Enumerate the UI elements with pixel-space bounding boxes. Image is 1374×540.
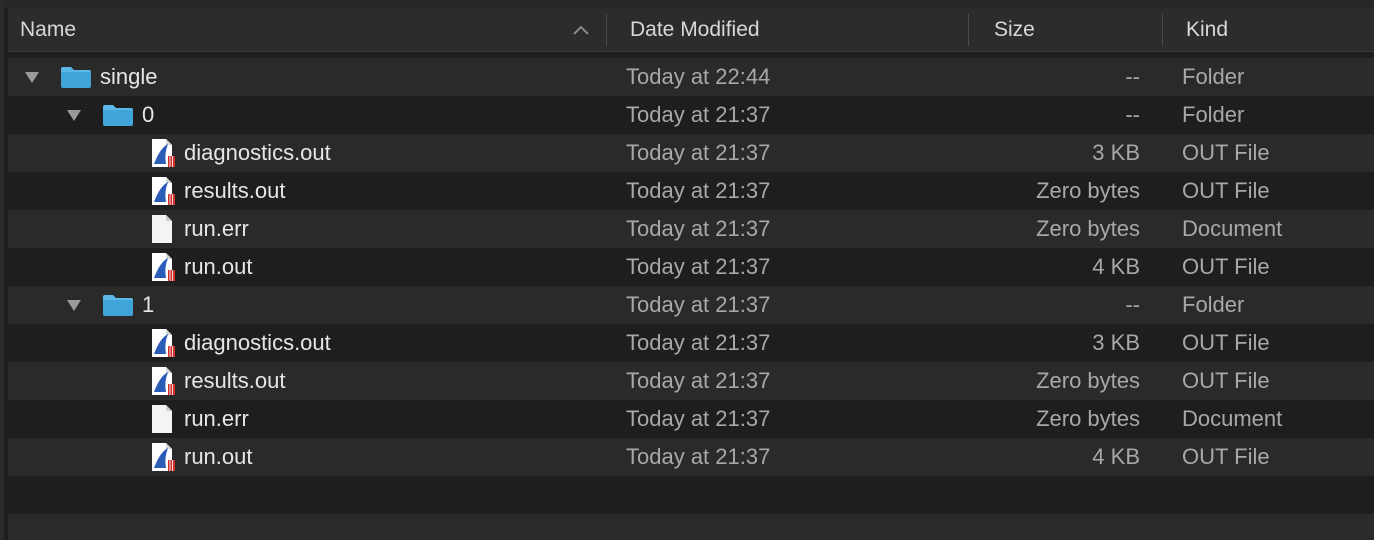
folder-icon (102, 96, 134, 134)
out-file-icon (150, 438, 176, 476)
file-row[interactable]: results.out Today at 21:37 Zero bytes OUT F… (8, 362, 1374, 400)
out-file-icon (150, 324, 176, 362)
file-name: run.err (184, 216, 249, 241)
file-name: diagnostics.out (184, 140, 331, 165)
date-modified: Today at 21:37 (626, 368, 771, 393)
file-kind: Document (1182, 406, 1283, 431)
column-divider[interactable] (968, 14, 969, 46)
file-size: Zero bytes (1036, 406, 1140, 431)
folder-icon (102, 286, 134, 324)
file-row[interactable]: diagnostics.out Today at 21:37 3 KB OUT Fil… (8, 134, 1374, 172)
file-name: run.out (184, 254, 253, 279)
date-modified: Today at 21:37 (626, 406, 771, 431)
column-header-date[interactable]: Date Modified (630, 8, 970, 52)
file-row[interactable]: results.out Today at 21:37 Zero bytes OUT F… (8, 172, 1374, 210)
disclosure-triangle-icon[interactable] (64, 286, 84, 324)
column-header-name-label: Name (20, 18, 77, 41)
date-modified: Today at 21:37 (626, 216, 771, 241)
file-name: results.out (184, 368, 286, 393)
date-modified: Today at 21:37 (626, 102, 771, 127)
finder-list-view: Name Date Modified Size Kind single Today… (0, 0, 1374, 540)
file-kind: OUT File (1182, 444, 1270, 469)
date-modified: Today at 21:37 (626, 444, 771, 469)
file-kind: Folder (1182, 64, 1245, 89)
file-kind: OUT File (1182, 140, 1270, 165)
column-header-bar: Name Date Modified Size Kind (8, 8, 1374, 52)
file-size: -- (1125, 64, 1140, 89)
file-kind: OUT File (1182, 330, 1270, 355)
file-kind: OUT File (1182, 368, 1270, 393)
document-icon (150, 400, 174, 438)
out-file-icon (150, 248, 176, 286)
file-size: 3 KB (1092, 330, 1140, 355)
file-row[interactable]: run.out Today at 21:37 4 KB OUT File (8, 438, 1374, 476)
file-size: 4 KB (1092, 254, 1140, 279)
empty-list-area (8, 476, 1374, 540)
file-row[interactable]: run.out Today at 21:37 4 KB OUT File (8, 248, 1374, 286)
file-size: Zero bytes (1036, 216, 1140, 241)
date-modified: Today at 21:37 (626, 254, 771, 279)
file-name: 0 (142, 102, 155, 127)
folder-icon (60, 58, 92, 96)
column-header-size[interactable]: Size (994, 8, 1164, 52)
date-modified: Today at 22:44 (626, 64, 771, 89)
file-name: 1 (142, 292, 155, 317)
column-header-size-label: Size (994, 18, 1035, 41)
out-file-icon (150, 362, 176, 400)
file-list: single Today at 22:44 -- Folder 0 Today at 2… (8, 58, 1374, 476)
disclosure-triangle-icon[interactable] (64, 96, 84, 134)
column-header-name[interactable]: Name (20, 8, 600, 52)
file-row[interactable]: run.err Today at 21:37 Zero bytes Document (8, 210, 1374, 248)
date-modified: Today at 21:37 (626, 178, 771, 203)
file-size: -- (1125, 292, 1140, 317)
file-size: -- (1125, 102, 1140, 127)
file-kind: OUT File (1182, 254, 1270, 279)
column-divider[interactable] (606, 14, 607, 46)
out-file-icon (150, 172, 176, 210)
chevron-up-icon[interactable] (572, 8, 590, 52)
file-name: results.out (184, 178, 286, 203)
column-header-kind[interactable]: Kind (1186, 8, 1374, 52)
file-name: run.out (184, 444, 253, 469)
file-size: 4 KB (1092, 444, 1140, 469)
file-name: run.err (184, 406, 249, 431)
window-top-edge (4, 0, 1374, 8)
document-icon (150, 210, 174, 248)
out-file-icon (150, 134, 176, 172)
file-row[interactable]: run.err Today at 21:37 Zero bytes Document (8, 400, 1374, 438)
file-name: diagnostics.out (184, 330, 331, 355)
date-modified: Today at 21:37 (626, 140, 771, 165)
file-kind: OUT File (1182, 178, 1270, 203)
file-size: 3 KB (1092, 140, 1140, 165)
file-kind: Folder (1182, 102, 1245, 127)
folder-row[interactable]: 1 Today at 21:37 -- Folder (8, 286, 1374, 324)
file-row[interactable]: diagnostics.out Today at 21:37 3 KB OUT Fil… (8, 324, 1374, 362)
folder-row[interactable]: 0 Today at 21:37 -- Folder (8, 96, 1374, 134)
file-kind: Folder (1182, 292, 1245, 317)
date-modified: Today at 21:37 (626, 292, 771, 317)
column-header-kind-label: Kind (1186, 18, 1229, 41)
column-header-date-label: Date Modified (630, 18, 760, 41)
disclosure-triangle-icon[interactable] (22, 58, 42, 96)
file-kind: Document (1182, 216, 1283, 241)
column-divider[interactable] (1162, 14, 1163, 46)
file-size: Zero bytes (1036, 368, 1140, 393)
file-size: Zero bytes (1036, 178, 1140, 203)
file-name: single (100, 64, 158, 89)
date-modified: Today at 21:37 (626, 330, 771, 355)
folder-row[interactable]: single Today at 22:44 -- Folder (8, 58, 1374, 96)
